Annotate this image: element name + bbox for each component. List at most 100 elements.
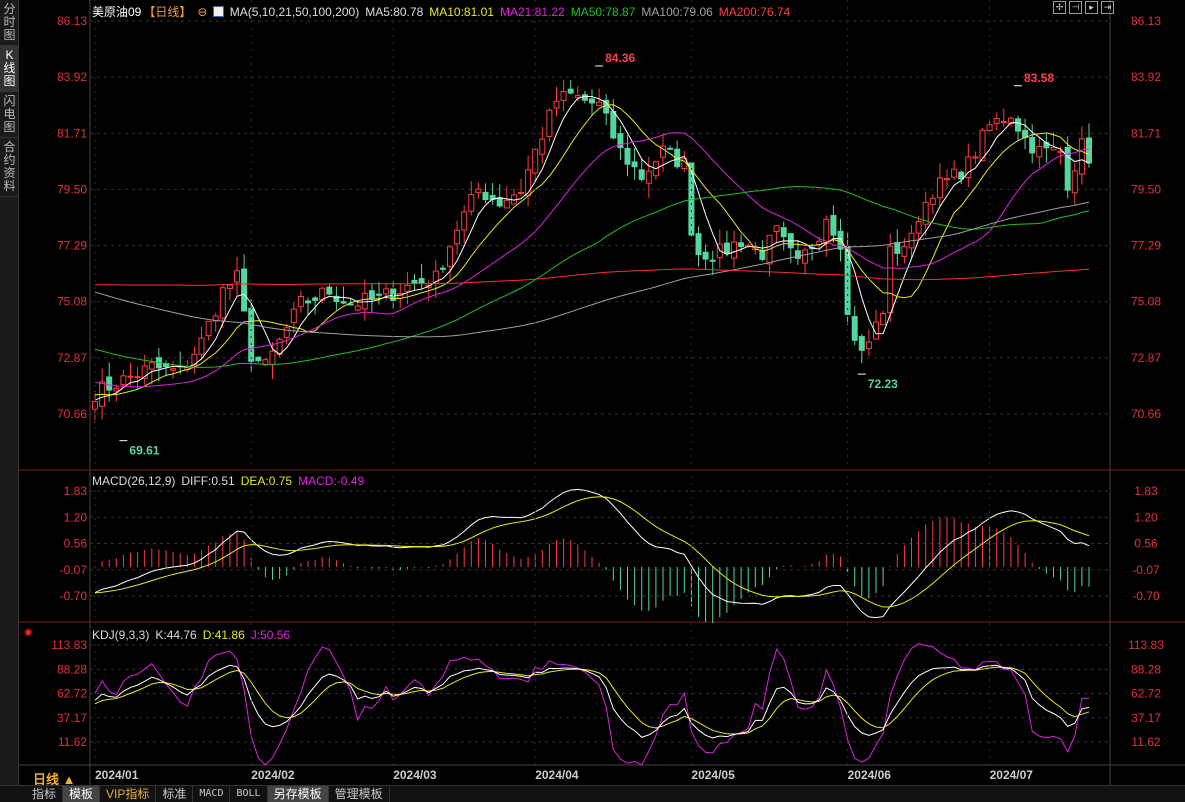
candle-body	[241, 268, 248, 312]
kdj-tick-right: 11.62	[1131, 735, 1160, 749]
macd-tick-left: -0.07	[60, 563, 88, 577]
tab-timeshare[interactable]: 分时图	[0, 0, 19, 46]
tab-save-template[interactable]: 另存模板	[267, 786, 329, 802]
price-tick-left: 86.13	[57, 14, 87, 28]
tab-template[interactable]: 模板	[63, 786, 101, 802]
kdj-legend: KDJ(9,3,3) K:44.76 D:41.86 J:50.56	[92, 628, 296, 642]
candle-body	[1050, 147, 1057, 151]
candle-body	[929, 197, 936, 205]
move-right-icon[interactable]: ⇥	[1101, 1, 1114, 14]
candle-body	[695, 233, 702, 256]
price-tick-left: 81.71	[57, 126, 87, 140]
price-tick-left: 75.08	[57, 295, 87, 309]
tab-manage-template[interactable]: 管理模板	[329, 786, 390, 802]
kdj-tick-left: 113.83	[51, 638, 87, 652]
candle-body	[1000, 121, 1007, 124]
candle-body	[148, 362, 155, 370]
crosshair-icon[interactable]: ✢	[1053, 1, 1066, 14]
candle-body	[475, 188, 482, 194]
extreme-label: 83.58	[1024, 71, 1054, 85]
candle-body	[560, 91, 567, 101]
kdj-tick-left: 11.62	[58, 735, 87, 749]
tab-contract-info[interactable]: 合约资料	[0, 138, 19, 197]
ma-chart-icon[interactable]	[213, 6, 225, 17]
candle-body	[113, 387, 120, 392]
candle-body	[1086, 137, 1092, 164]
candle-body	[1078, 138, 1085, 175]
bottom-toolbar: 指标 模板 VIP指标 标准 MACD BOLL 另存模板 管理模板	[0, 785, 1185, 802]
candle-body	[589, 98, 595, 104]
macd-tick-right: -0.70	[1132, 589, 1160, 603]
price-tick-right: 75.08	[1131, 295, 1161, 309]
candle-body	[439, 267, 446, 270]
date-label: 2024/03	[393, 768, 437, 782]
candle-body	[340, 301, 347, 304]
candle-body	[447, 246, 453, 267]
candle-body	[234, 270, 240, 283]
tab-kline[interactable]: K线图	[0, 46, 19, 92]
candle-body	[667, 147, 674, 150]
candle-body	[773, 225, 780, 233]
candle-body	[297, 295, 304, 307]
candle-body	[894, 242, 901, 254]
candle-body	[581, 94, 588, 101]
price-tick-right: 79.50	[1131, 182, 1161, 196]
candle-body	[645, 170, 652, 184]
candle-body	[226, 284, 233, 289]
candle-body	[1015, 118, 1021, 132]
candle-body	[553, 100, 560, 109]
candle-body	[418, 278, 425, 284]
candle-body	[901, 246, 908, 257]
ma200-value: MA200:76.74	[718, 5, 791, 19]
ma50-value: MA50:78.87	[570, 5, 636, 19]
candle-body	[830, 215, 837, 236]
kdj-d: D:41.86	[202, 628, 245, 642]
candle-body	[92, 401, 98, 410]
candle-body	[1029, 137, 1036, 154]
date-label: 2024/02	[251, 768, 295, 782]
kdj-tick-right: 113.83	[1128, 638, 1164, 652]
ma10-line	[94, 104, 1090, 396]
candle-body	[738, 242, 745, 248]
price-tick-right: 72.87	[1131, 351, 1161, 365]
indicator-settings-icon[interactable]: ◉	[24, 627, 33, 638]
candle-body	[972, 156, 979, 159]
tab-indicator[interactable]: 指标	[26, 786, 64, 802]
kdj-j-line	[94, 643, 1090, 766]
tab-standard[interactable]: 标准	[156, 786, 194, 802]
tab-boll[interactable]: BOLL	[230, 786, 268, 802]
candle-body	[823, 218, 830, 244]
candle-body	[731, 241, 737, 259]
kline-chart[interactable]: 86.13 86.13 83.92 83.92 81.71 81.71 79.50 79.50…	[19, 0, 1185, 785]
candle-body	[1071, 170, 1078, 194]
symbol-name: 美原油09	[92, 5, 142, 19]
settings-icon[interactable]: ⊖	[197, 5, 207, 19]
price-tick-right: 81.71	[1131, 126, 1161, 140]
candle-body	[283, 327, 290, 339]
tab-macd[interactable]: MACD	[193, 786, 231, 802]
ma10-value: MA10:81.01	[429, 5, 494, 19]
candle-body	[106, 376, 113, 391]
candle-body	[631, 161, 638, 168]
chart-toolbar: ✢ ⊣ ▸ ⇥	[1053, 1, 1114, 14]
candle-body	[723, 242, 730, 255]
candle-body	[567, 88, 574, 94]
candle-body	[865, 341, 872, 350]
tab-flash-chart[interactable]: 闪电图	[0, 92, 19, 138]
price-tick-left: 79.50	[57, 182, 87, 196]
candle-body	[361, 292, 368, 310]
candle-body	[496, 197, 503, 207]
extreme-label: 84.36	[605, 51, 635, 65]
ma21-value: MA21:81.22	[499, 5, 565, 19]
candle-body	[624, 147, 631, 165]
candle-body	[794, 250, 801, 259]
candle-body	[170, 368, 177, 371]
macd-tick-left: 1.20	[64, 510, 88, 524]
candle-body	[880, 312, 887, 326]
candle-body	[851, 316, 858, 341]
macd-value: MACD:-0.49	[298, 474, 365, 488]
zoom-in-icon[interactable]: ⊣	[1069, 1, 1082, 14]
candle-body	[219, 287, 226, 319]
tab-vip-indicator[interactable]: VIP指标	[100, 786, 157, 802]
play-icon[interactable]: ▸	[1085, 1, 1098, 14]
